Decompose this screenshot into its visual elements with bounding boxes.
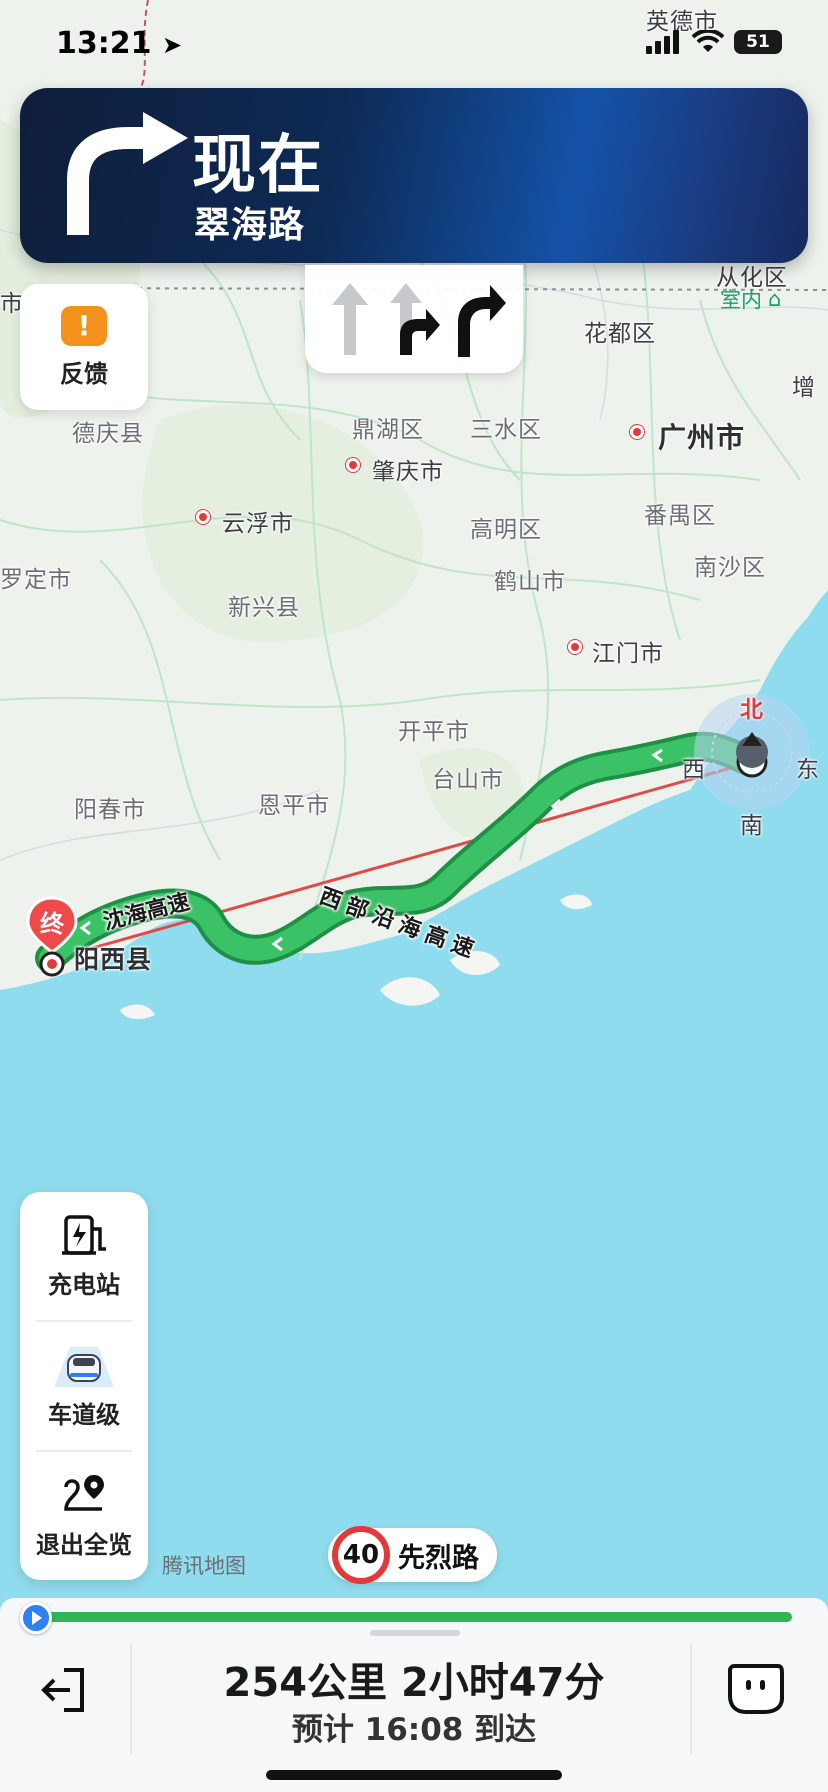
place-label: 阳春市 <box>74 797 146 823</box>
indoor-toggle[interactable]: 室内 ⌂ <box>720 284 781 314</box>
battery-icon: 51 <box>734 30 782 54</box>
trip-distance: 254公里 <box>223 1660 388 1706</box>
exit-overview-button[interactable]: 退出全览 <box>20 1452 148 1580</box>
speed-limit-pill: 40 先烈路 <box>328 1526 497 1584</box>
status-icons: 51 <box>646 30 782 54</box>
lane-right-icon <box>458 285 506 357</box>
lane-guidance <box>305 265 523 373</box>
place-label: 云浮市 <box>222 511 294 537</box>
place-label: 罗定市 <box>0 567 72 593</box>
indoor-label: 室内 <box>720 288 762 312</box>
end-marker-label: 终 <box>40 910 64 938</box>
city-dot <box>630 425 644 439</box>
wifi-icon <box>692 30 724 52</box>
lane-straight-right-icon <box>390 283 440 355</box>
status-time: 13:21 ➤ <box>56 26 183 61</box>
trip-summary: 254公里 2小时47分 <box>0 1650 828 1708</box>
city-dot <box>568 640 582 654</box>
route-progress-bar <box>36 1612 792 1622</box>
compass-south: 南 <box>740 813 764 839</box>
place-label: 高明区 <box>470 517 542 543</box>
charging-station-button[interactable]: 充电站 <box>20 1192 148 1320</box>
place-label: 广州市 <box>658 421 746 454</box>
place-label: 恩平市 <box>258 793 330 819</box>
map-tools-panel: 充电站 车道级 退出全览 <box>20 1192 148 1580</box>
route-exit-icon <box>64 1474 104 1511</box>
lane-level-button[interactable]: 车道级 <box>20 1322 148 1450</box>
home-icon: ⌂ <box>768 287 782 311</box>
turn-right-icon <box>67 112 188 235</box>
signal-icon <box>646 30 679 54</box>
feedback-button[interactable]: ! 反馈 <box>20 284 148 410</box>
place-label: 三水区 <box>470 417 542 443</box>
turn-guidance-banner[interactable]: 现在 翠海路 <box>20 88 808 263</box>
city-dot <box>346 458 360 472</box>
place-label: 南沙区 <box>694 555 766 581</box>
city-dot <box>196 510 210 524</box>
charging-label: 充电站 <box>48 1270 120 1299</box>
compass-west: 西 <box>682 757 706 783</box>
destination-marker[interactable]: 终 <box>26 896 78 978</box>
trip-eta: 预计 16:08 到达 <box>291 1712 537 1748</box>
speed-limit-sign: 40 <box>332 1526 390 1584</box>
place-label: 花都区 <box>584 321 656 347</box>
trip-duration: 2小时47分 <box>400 1660 605 1706</box>
place-label: 台山市 <box>432 767 504 793</box>
sheet-handle[interactable] <box>370 1630 460 1636</box>
place-label: 鼎湖区 <box>352 417 424 443</box>
place-label: 开平市 <box>398 719 470 745</box>
place-label: 德庆县 <box>72 421 144 447</box>
alert-icon: ! <box>61 305 107 346</box>
charging-icon <box>62 1214 106 1255</box>
place-label: 增 <box>792 375 816 401</box>
current-road: 先烈路 <box>398 1542 479 1574</box>
place-label: 阳西县 <box>74 945 153 974</box>
guidance-distance: 现在 <box>192 129 324 203</box>
guidance-street: 翠海路 <box>194 205 306 246</box>
lane-straight-icon <box>332 283 368 355</box>
place-label: 番禺区 <box>644 503 716 529</box>
place-label: 江门市 <box>592 641 664 667</box>
place-label: 新兴县 <box>228 595 300 621</box>
progress-start-icon <box>20 1602 52 1634</box>
feedback-label: 反馈 <box>60 359 108 388</box>
trip-sheet[interactable]: 254公里 2小时47分 预计 16:08 到达 <box>0 1598 828 1792</box>
compass-north: 北 <box>740 697 764 723</box>
compass-east: 东 <box>796 757 820 783</box>
lane-level-label: 车道级 <box>48 1400 120 1429</box>
place-label: 肇庆市 <box>372 459 444 485</box>
place-label: 鹤山市 <box>494 569 566 595</box>
voice-assistant-icon[interactable] <box>726 1660 786 1716</box>
map-watermark: 腾讯地图 <box>162 1554 246 1578</box>
car-icon <box>54 1346 114 1387</box>
home-indicator <box>266 1770 562 1780</box>
exit-overview-label: 退出全览 <box>36 1530 132 1559</box>
status-bar: 13:21 ➤ 51 <box>0 0 828 90</box>
location-arrow-icon: ➤ <box>161 31 183 59</box>
